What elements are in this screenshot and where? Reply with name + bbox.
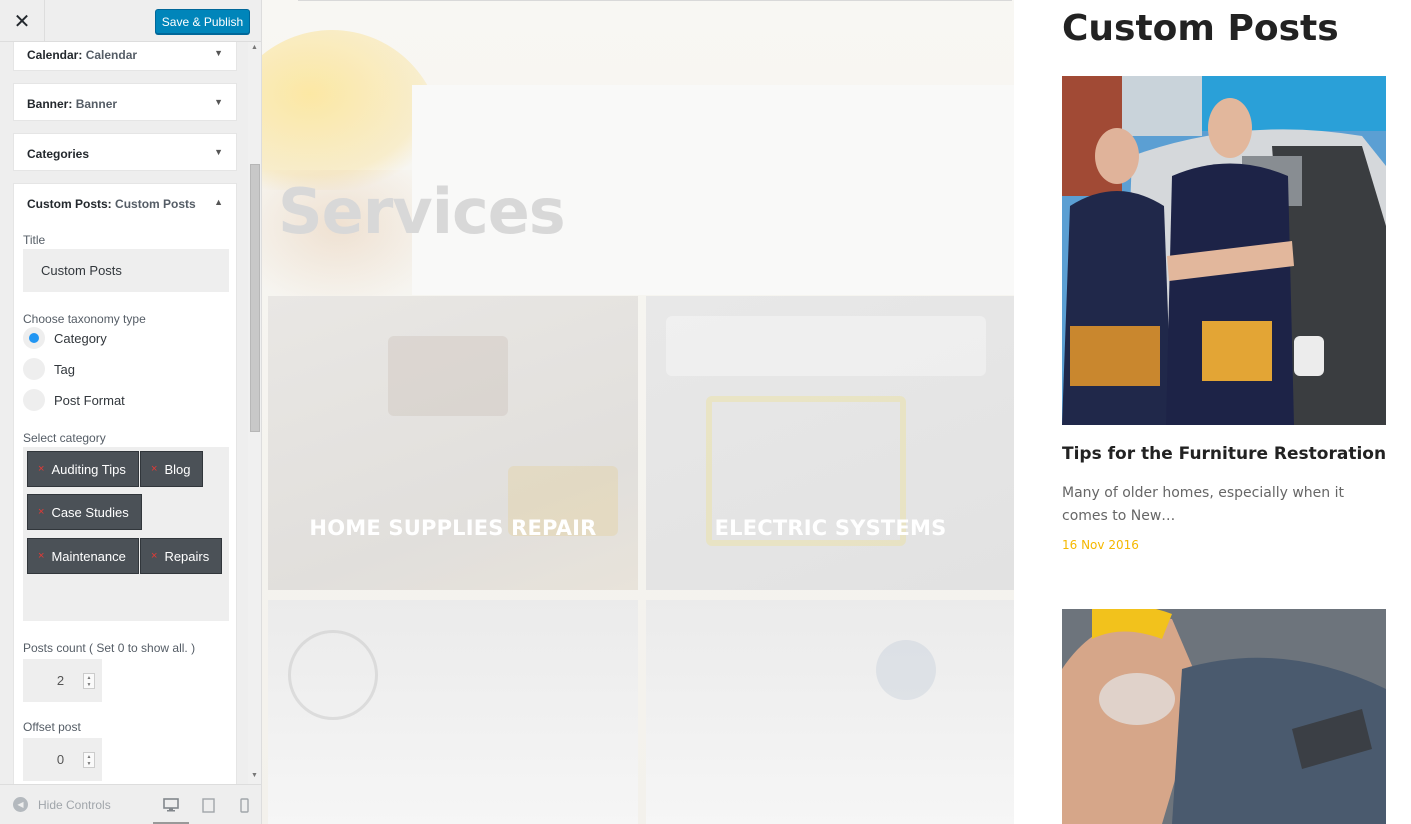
chip-label: Repairs bbox=[164, 548, 210, 564]
radio-label: Post Format bbox=[54, 392, 125, 408]
desktop-preview-button[interactable] bbox=[161, 795, 181, 815]
tile-photo bbox=[288, 630, 378, 720]
post-thumbnail[interactable] bbox=[1062, 76, 1386, 425]
workers-photo bbox=[1062, 76, 1386, 425]
customizer-header: ✕ Save & Publish bbox=[0, 0, 261, 42]
title-label: Title bbox=[23, 233, 46, 247]
post-date: 16 Nov 2016 bbox=[1062, 538, 1139, 552]
collapse-arrow-icon: ◀ bbox=[13, 797, 28, 812]
select-category-label: Select category bbox=[23, 431, 106, 445]
section-title: Custom Posts: Custom Posts bbox=[27, 197, 196, 211]
hide-controls-label: Hide Controls bbox=[38, 797, 111, 812]
remove-icon[interactable]: × bbox=[38, 463, 44, 475]
divider bbox=[298, 0, 1012, 1]
radio-dot bbox=[29, 333, 39, 343]
section-title: Banner: Banner bbox=[27, 97, 118, 111]
chip-label: Case Studies bbox=[51, 504, 129, 520]
post-thumbnail[interactable] bbox=[1062, 609, 1386, 824]
service-tile[interactable] bbox=[268, 600, 638, 824]
save-publish-button[interactable]: Save & Publish bbox=[155, 9, 250, 34]
service-tile[interactable] bbox=[646, 600, 1014, 824]
category-chip: × Auditing Tips bbox=[27, 451, 139, 487]
section-title: Calendar: Calendar bbox=[27, 48, 138, 62]
stepper-up-icon[interactable]: ▲ bbox=[87, 675, 92, 681]
radio-button[interactable] bbox=[23, 358, 45, 380]
category-multiselect[interactable]: × Auditing Tips × Blog × Case Studies × … bbox=[23, 447, 229, 621]
tablet-icon bbox=[201, 797, 215, 813]
post-excerpt: Many of older homes, especially when it … bbox=[1062, 485, 1344, 524]
radio-category[interactable]: Category bbox=[23, 327, 223, 349]
remove-icon[interactable]: × bbox=[151, 550, 157, 562]
customizer-footer: ◀ Hide Controls bbox=[0, 784, 261, 824]
category-chip: × Maintenance bbox=[27, 538, 139, 574]
radio-label: Category bbox=[54, 330, 107, 346]
caret-down-icon: ▼ bbox=[214, 147, 223, 157]
category-chip: × Blog bbox=[140, 451, 204, 487]
service-tile-title: ELECTRIC SYSTEMS bbox=[714, 516, 947, 540]
section-banner[interactable]: Banner: Banner ▼ bbox=[13, 83, 237, 121]
service-tile-title: HOME SUPPLIES REPAIR bbox=[309, 516, 597, 540]
post-title[interactable]: Tips for the Furniture Restoration bbox=[1062, 444, 1386, 464]
mobile-icon bbox=[239, 797, 249, 813]
radio-label: Tag bbox=[54, 361, 75, 377]
caret-down-icon: ▼ bbox=[214, 48, 223, 58]
custom-posts-form: Title Choose taxonomy type Category Tag … bbox=[13, 223, 237, 784]
caret-up-icon: ▲ bbox=[214, 197, 223, 207]
taxonomy-label: Choose taxonomy type bbox=[23, 312, 146, 326]
chip-label: Blog bbox=[164, 461, 191, 477]
tile-photo bbox=[666, 316, 986, 376]
caret-down-icon: ▼ bbox=[214, 97, 223, 107]
stepper-up-icon[interactable]: ▲ bbox=[87, 754, 92, 760]
remove-icon[interactable]: × bbox=[151, 463, 157, 475]
remove-icon[interactable]: × bbox=[38, 550, 44, 562]
posts-count-label: Posts count ( Set 0 to show all. ) bbox=[23, 641, 196, 655]
custom-posts-heading: Custom Posts bbox=[1062, 8, 1339, 49]
stepper-down-icon[interactable]: ▼ bbox=[87, 761, 92, 767]
tile-photo bbox=[388, 336, 508, 416]
customizer-screen: ✕ Save & Publish Calendar: Calendar ▼ Ba… bbox=[0, 0, 1411, 824]
radio-button-checked[interactable] bbox=[23, 327, 45, 349]
title-input[interactable] bbox=[23, 249, 229, 292]
section-custom-posts[interactable]: Custom Posts: Custom Posts ▲ bbox=[13, 183, 237, 223]
stepper-down-icon[interactable]: ▼ bbox=[87, 682, 92, 688]
radio-tag[interactable]: Tag bbox=[23, 358, 223, 380]
chip-label: Maintenance bbox=[51, 548, 126, 564]
panel-scrollbar[interactable]: ▲ ▼ bbox=[248, 42, 261, 784]
offset-label: Offset post bbox=[23, 720, 81, 734]
desktop-icon bbox=[163, 798, 179, 812]
service-tile[interactable]: ELECTRIC SYSTEMS bbox=[646, 296, 1014, 590]
section-calendar[interactable]: Calendar: Calendar ▼ bbox=[13, 42, 237, 71]
tile-photo bbox=[876, 640, 936, 700]
customizer-sidebar: ✕ Save & Publish Calendar: Calendar ▼ Ba… bbox=[0, 0, 262, 824]
chip-label: Auditing Tips bbox=[51, 461, 126, 477]
worker-photo bbox=[1062, 609, 1386, 824]
tablet-preview-button[interactable] bbox=[198, 795, 218, 815]
widget-panel: Calendar: Calendar ▼ Banner: Banner ▼ Ca… bbox=[0, 42, 248, 784]
close-button[interactable]: ✕ bbox=[0, 0, 45, 42]
services-heading: Services bbox=[278, 175, 566, 248]
service-tile[interactable]: HOME SUPPLIES REPAIR bbox=[268, 296, 638, 590]
close-icon: ✕ bbox=[13, 10, 31, 33]
offset-stepper[interactable]: ▲ ▼ bbox=[83, 752, 95, 768]
custom-posts-widget: Custom Posts Tips for the Furniture Rest… bbox=[1062, 0, 1392, 824]
radio-button[interactable] bbox=[23, 389, 45, 411]
scroll-down-icon[interactable]: ▼ bbox=[251, 772, 258, 779]
mobile-preview-button[interactable] bbox=[234, 795, 254, 815]
scroll-thumb[interactable] bbox=[250, 164, 260, 432]
category-chip: × Repairs bbox=[140, 538, 223, 574]
scroll-up-icon[interactable]: ▲ bbox=[251, 44, 258, 51]
radio-post-format[interactable]: Post Format bbox=[23, 389, 223, 411]
hide-controls-button[interactable]: ◀ Hide Controls bbox=[13, 797, 111, 812]
posts-count-stepper[interactable]: ▲ ▼ bbox=[83, 673, 95, 689]
remove-icon[interactable]: × bbox=[38, 506, 44, 518]
section-title: Categories bbox=[27, 147, 90, 161]
category-chip: × Case Studies bbox=[27, 494, 142, 530]
site-preview: Services HOME SUPPLIES REPAIR ELECTRIC S… bbox=[262, 0, 1411, 824]
section-categories[interactable]: Categories ▼ bbox=[13, 133, 237, 171]
services-section: Services HOME SUPPLIES REPAIR ELECTRIC S… bbox=[262, 0, 1014, 824]
